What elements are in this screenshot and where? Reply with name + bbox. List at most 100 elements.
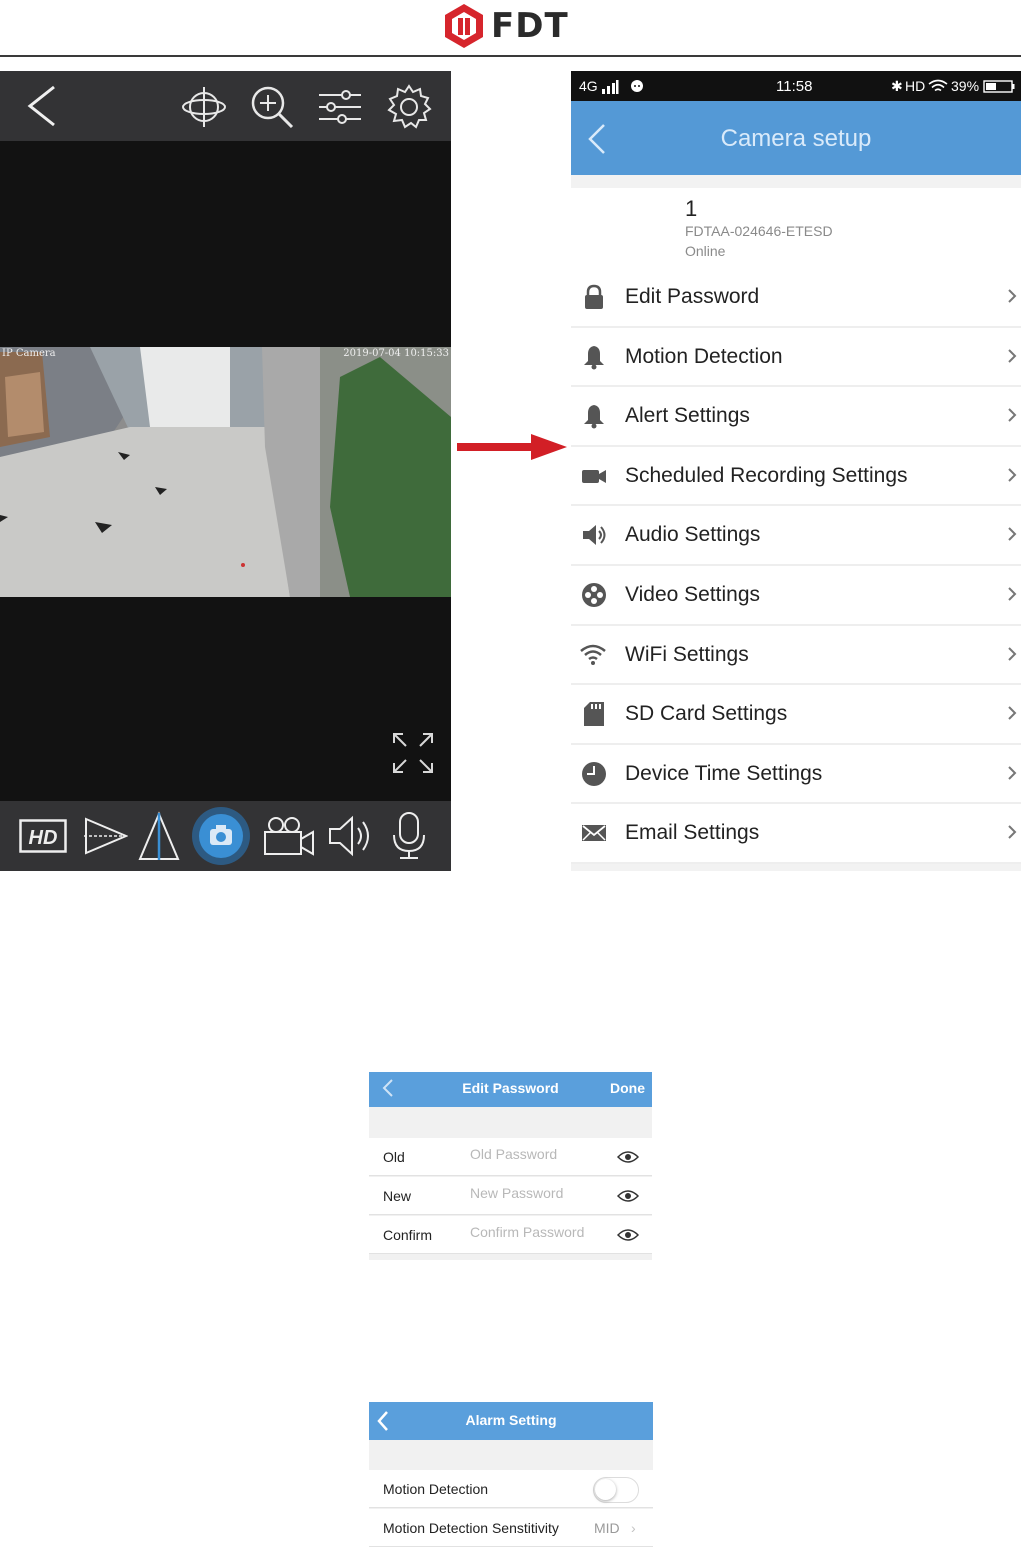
adjust-sliders-icon[interactable] [316, 83, 364, 131]
nav-bar: Alarm Setting [369, 1402, 653, 1440]
battery-icon [983, 80, 1015, 93]
flip-vertical-icon[interactable] [136, 811, 182, 861]
setting-label: Edit Password [625, 285, 760, 308]
eye-icon[interactable] [617, 1150, 639, 1164]
flow-arrow-icon [457, 434, 567, 460]
confirm-password-label: Confirm [383, 1227, 433, 1243]
wifi-status-icon [928, 79, 948, 92]
setting-label: Alert Settings [625, 404, 750, 428]
page-title: Alarm Setting [465, 1412, 557, 1428]
chevron-right-icon [1008, 646, 1017, 661]
edit-password-screen: Edit Password Done Old New Confirm [369, 1072, 652, 1260]
film-reel-icon [582, 582, 606, 607]
nav-bar: Camera setup [571, 101, 1021, 175]
camera-setup-screen: 4G 11:58 ✱ HD 39% Camera setup 1 FDTAA-0… [571, 71, 1021, 871]
wifi-icon [580, 644, 606, 665]
chat-notification-icon [631, 80, 643, 92]
setting-row-video-settings[interactable]: Video Settings [571, 565, 1021, 626]
motion-detection-toggle[interactable] [593, 1477, 639, 1503]
chevron-right-icon [1008, 408, 1017, 422]
motion-detection-row: Motion Detection [369, 1470, 653, 1508]
zoom-in-icon[interactable] [248, 83, 296, 131]
sensitivity-row[interactable]: Motion Detection Senstitivity MID › [369, 1509, 653, 1547]
setting-label: WiFi Settings [625, 642, 749, 666]
fdt-logo-icon [445, 4, 483, 48]
bell-icon [584, 405, 604, 429]
snapshot-camera-icon[interactable] [191, 806, 251, 866]
speaker-icon[interactable] [326, 813, 376, 859]
camera-live-view: IP Camera 2019-07-04 10:15:33 HD [0, 71, 451, 871]
hd-voice-label: HD [905, 78, 926, 94]
setting-row-edit-password[interactable]: Edit Password [571, 268, 1021, 328]
clock-icon [582, 761, 606, 786]
confirm-password-input[interactable] [470, 1224, 610, 1240]
setting-label: SD Card Settings [625, 702, 788, 726]
nav-bar: Edit Password Done [369, 1072, 652, 1107]
logo-text: FDT [491, 6, 569, 46]
old-password-label: Old [383, 1149, 405, 1165]
hd-label: HD [29, 827, 58, 849]
eye-icon[interactable] [617, 1189, 639, 1203]
sensitivity-label: Motion Detection Senstitivity [383, 1520, 559, 1536]
sensitivity-value: MID [594, 1520, 620, 1536]
speaker-icon [583, 525, 606, 546]
flip-horizontal-icon[interactable] [82, 813, 128, 859]
chevron-right-icon [1008, 527, 1017, 542]
camera-bottom-toolbar: HD [0, 801, 451, 871]
old-password-input[interactable] [470, 1146, 610, 1162]
camera-timestamp-overlay: 2019-07-04 10:15:33 [343, 348, 449, 359]
camera-video-frame[interactable]: IP Camera 2019-07-04 10:15:33 [0, 347, 451, 597]
setting-row-motion-detection[interactable]: Motion Detection [571, 327, 1021, 388]
setting-row-device-time-settings[interactable]: Device Time Settings [571, 744, 1021, 805]
setting-row-wifi-settings[interactable]: WiFi Settings [571, 625, 1021, 686]
chevron-right-icon [1008, 468, 1017, 482]
done-button[interactable]: Done [610, 1080, 645, 1096]
device-info-card: 1 FDTAA-024646-ETESD Online [571, 188, 1021, 268]
hd-icon[interactable]: HD [19, 819, 67, 853]
setting-row-audio-settings[interactable]: Audio Settings [571, 506, 1021, 566]
microphone-icon[interactable] [388, 811, 430, 861]
network-label: 4G [579, 78, 598, 94]
chevron-right-icon [1008, 289, 1017, 303]
new-password-row: New [369, 1177, 652, 1215]
camera-top-toolbar [0, 71, 451, 141]
fullscreen-icon[interactable] [392, 732, 434, 774]
status-bar: 4G 11:58 ✱ HD 39% [571, 71, 1021, 101]
setting-row-alert-settings[interactable]: Alert Settings [571, 387, 1021, 447]
new-password-input[interactable] [470, 1185, 610, 1201]
back-icon[interactable] [24, 85, 58, 127]
camera-name-overlay: IP Camera [2, 348, 56, 359]
chevron-right-icon [1008, 348, 1017, 363]
settings-gear-icon[interactable] [385, 83, 433, 131]
ptz-rotate-icon[interactable] [180, 83, 228, 131]
bluetooth-icon: ✱ [891, 78, 903, 94]
setting-label: Email Settings [625, 821, 760, 845]
settings-list: Edit Password Motion Detection Alert Set… [571, 268, 1021, 864]
device-status: Online [685, 243, 726, 259]
setting-row-email-settings[interactable]: Email Settings [571, 804, 1021, 864]
setting-label: Audio Settings [625, 523, 761, 547]
chevron-right-icon [1008, 706, 1017, 720]
lock-icon [585, 284, 603, 309]
new-password-label: New [383, 1188, 412, 1204]
record-video-icon[interactable] [262, 815, 316, 857]
eye-icon[interactable] [617, 1228, 639, 1242]
chevron-right-icon: › [631, 1520, 636, 1536]
toggle-knob [595, 1479, 616, 1500]
setting-label: Motion Detection [625, 344, 783, 368]
signal-bars-icon [602, 80, 619, 94]
setting-row-sd-card-settings[interactable]: SD Card Settings [571, 685, 1021, 745]
page-title: Camera setup [720, 125, 872, 152]
setting-label: Video Settings [625, 582, 761, 606]
setting-row-scheduled-recording[interactable]: Scheduled Recording Settings [571, 446, 1021, 507]
envelope-icon [582, 825, 606, 842]
sd-card-icon [584, 702, 604, 727]
device-id: FDTAA-024646-ETESD [685, 223, 833, 239]
setting-label: Device Time Settings [625, 761, 823, 785]
camera-scene-image [0, 347, 451, 597]
confirm-password-row: Confirm [369, 1216, 652, 1254]
chevron-right-icon [1008, 825, 1017, 840]
bell-icon [584, 345, 604, 370]
chevron-right-icon [1008, 766, 1017, 780]
status-time: 11:58 [776, 78, 813, 95]
